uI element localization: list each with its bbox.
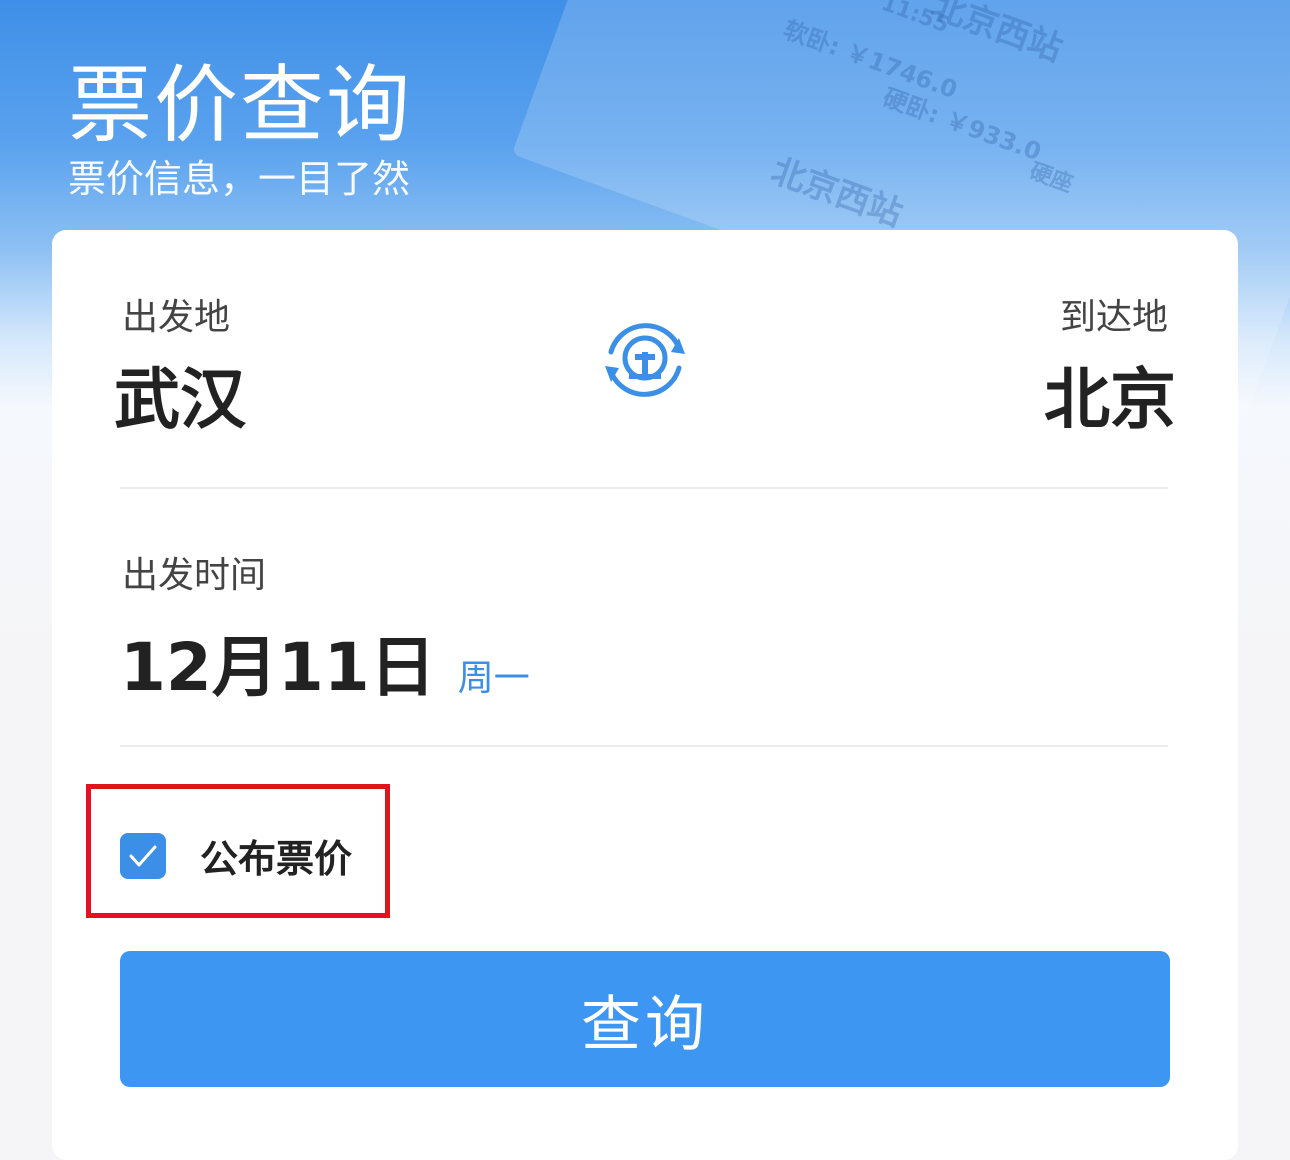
swap-stations-button[interactable] (597, 312, 693, 408)
railway-swap-icon (605, 323, 685, 397)
from-station[interactable]: 武汉 (114, 346, 246, 442)
date-label: 出发时间 (122, 555, 267, 596)
to-label: 到达地 (1059, 297, 1168, 338)
date-selector[interactable]: 12月11日 周一 (120, 614, 530, 710)
date-value: 12月11日 (120, 629, 436, 706)
from-label: 出发地 (122, 297, 231, 338)
to-station[interactable]: 北京 (1044, 346, 1176, 442)
page-subtitle: 票价信息，一目了然 (68, 157, 411, 201)
divider (120, 487, 1168, 489)
search-button[interactable]: 查询 (120, 951, 1170, 1087)
weekday: 周一 (457, 658, 530, 699)
query-card: 出发地 武汉 到达地 北京 出发时间 12月11日 周一 公布票价 查询 (52, 230, 1238, 1160)
divider (120, 745, 1168, 747)
highlight-annotation-box (86, 784, 390, 918)
page-title: 票价查询 (68, 56, 413, 154)
